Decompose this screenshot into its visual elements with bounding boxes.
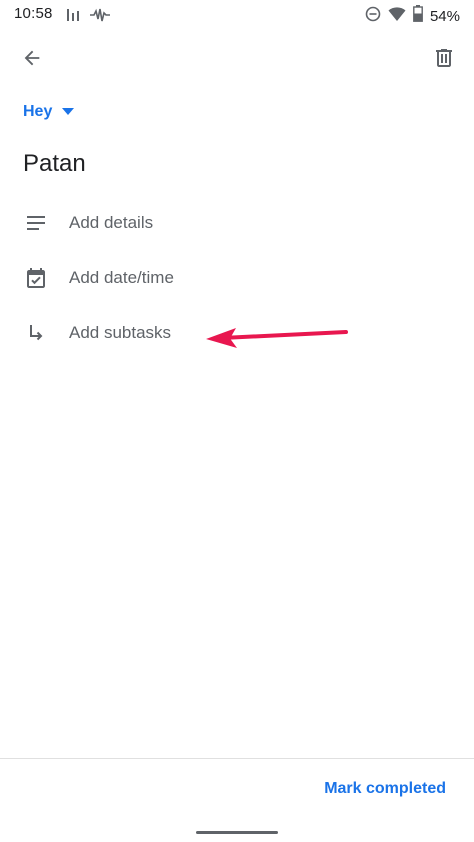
task-detail-screen: 10:58 54% Hey Patan Add details Add date… — [0, 0, 474, 842]
status-bar: 10:58 54% — [0, 0, 474, 30]
add-details-row[interactable]: Add details — [22, 203, 452, 243]
status-left-icons — [66, 7, 110, 28]
add-details-label: Add details — [69, 213, 154, 232]
dropdown-triangle-icon — [62, 103, 75, 121]
mark-completed-button[interactable]: Mark completed — [324, 780, 446, 798]
add-subtasks-label: Add subtasks — [69, 323, 172, 342]
arrow-back-icon — [21, 47, 43, 74]
annotation-arrow — [206, 328, 348, 348]
gesture-navigation-bar[interactable] — [196, 831, 278, 834]
battery-icon — [413, 5, 423, 27]
task-title[interactable]: Patan — [23, 150, 86, 178]
wifi-icon — [388, 6, 406, 27]
back-button[interactable] — [12, 40, 52, 80]
status-time: 10:58 — [14, 5, 53, 22]
battery-percent: 54% — [429, 7, 460, 25]
do-not-disturb-icon — [365, 6, 381, 27]
calendar-check-icon — [22, 264, 50, 292]
delete-button[interactable] — [424, 40, 464, 80]
signal-bars-icon — [66, 7, 80, 28]
add-date-time-row[interactable]: Add date/time — [22, 258, 452, 298]
bottom-divider — [0, 758, 474, 759]
subtask-arrow-icon — [22, 319, 50, 347]
list-name: Hey — [23, 103, 53, 120]
trash-icon — [432, 46, 456, 75]
notes-lines-icon — [22, 209, 50, 237]
status-right: 54% — [365, 5, 460, 27]
add-date-time-label: Add date/time — [69, 268, 174, 287]
waveform-icon — [90, 8, 110, 27]
list-selector-dropdown[interactable]: Hey — [23, 100, 75, 124]
